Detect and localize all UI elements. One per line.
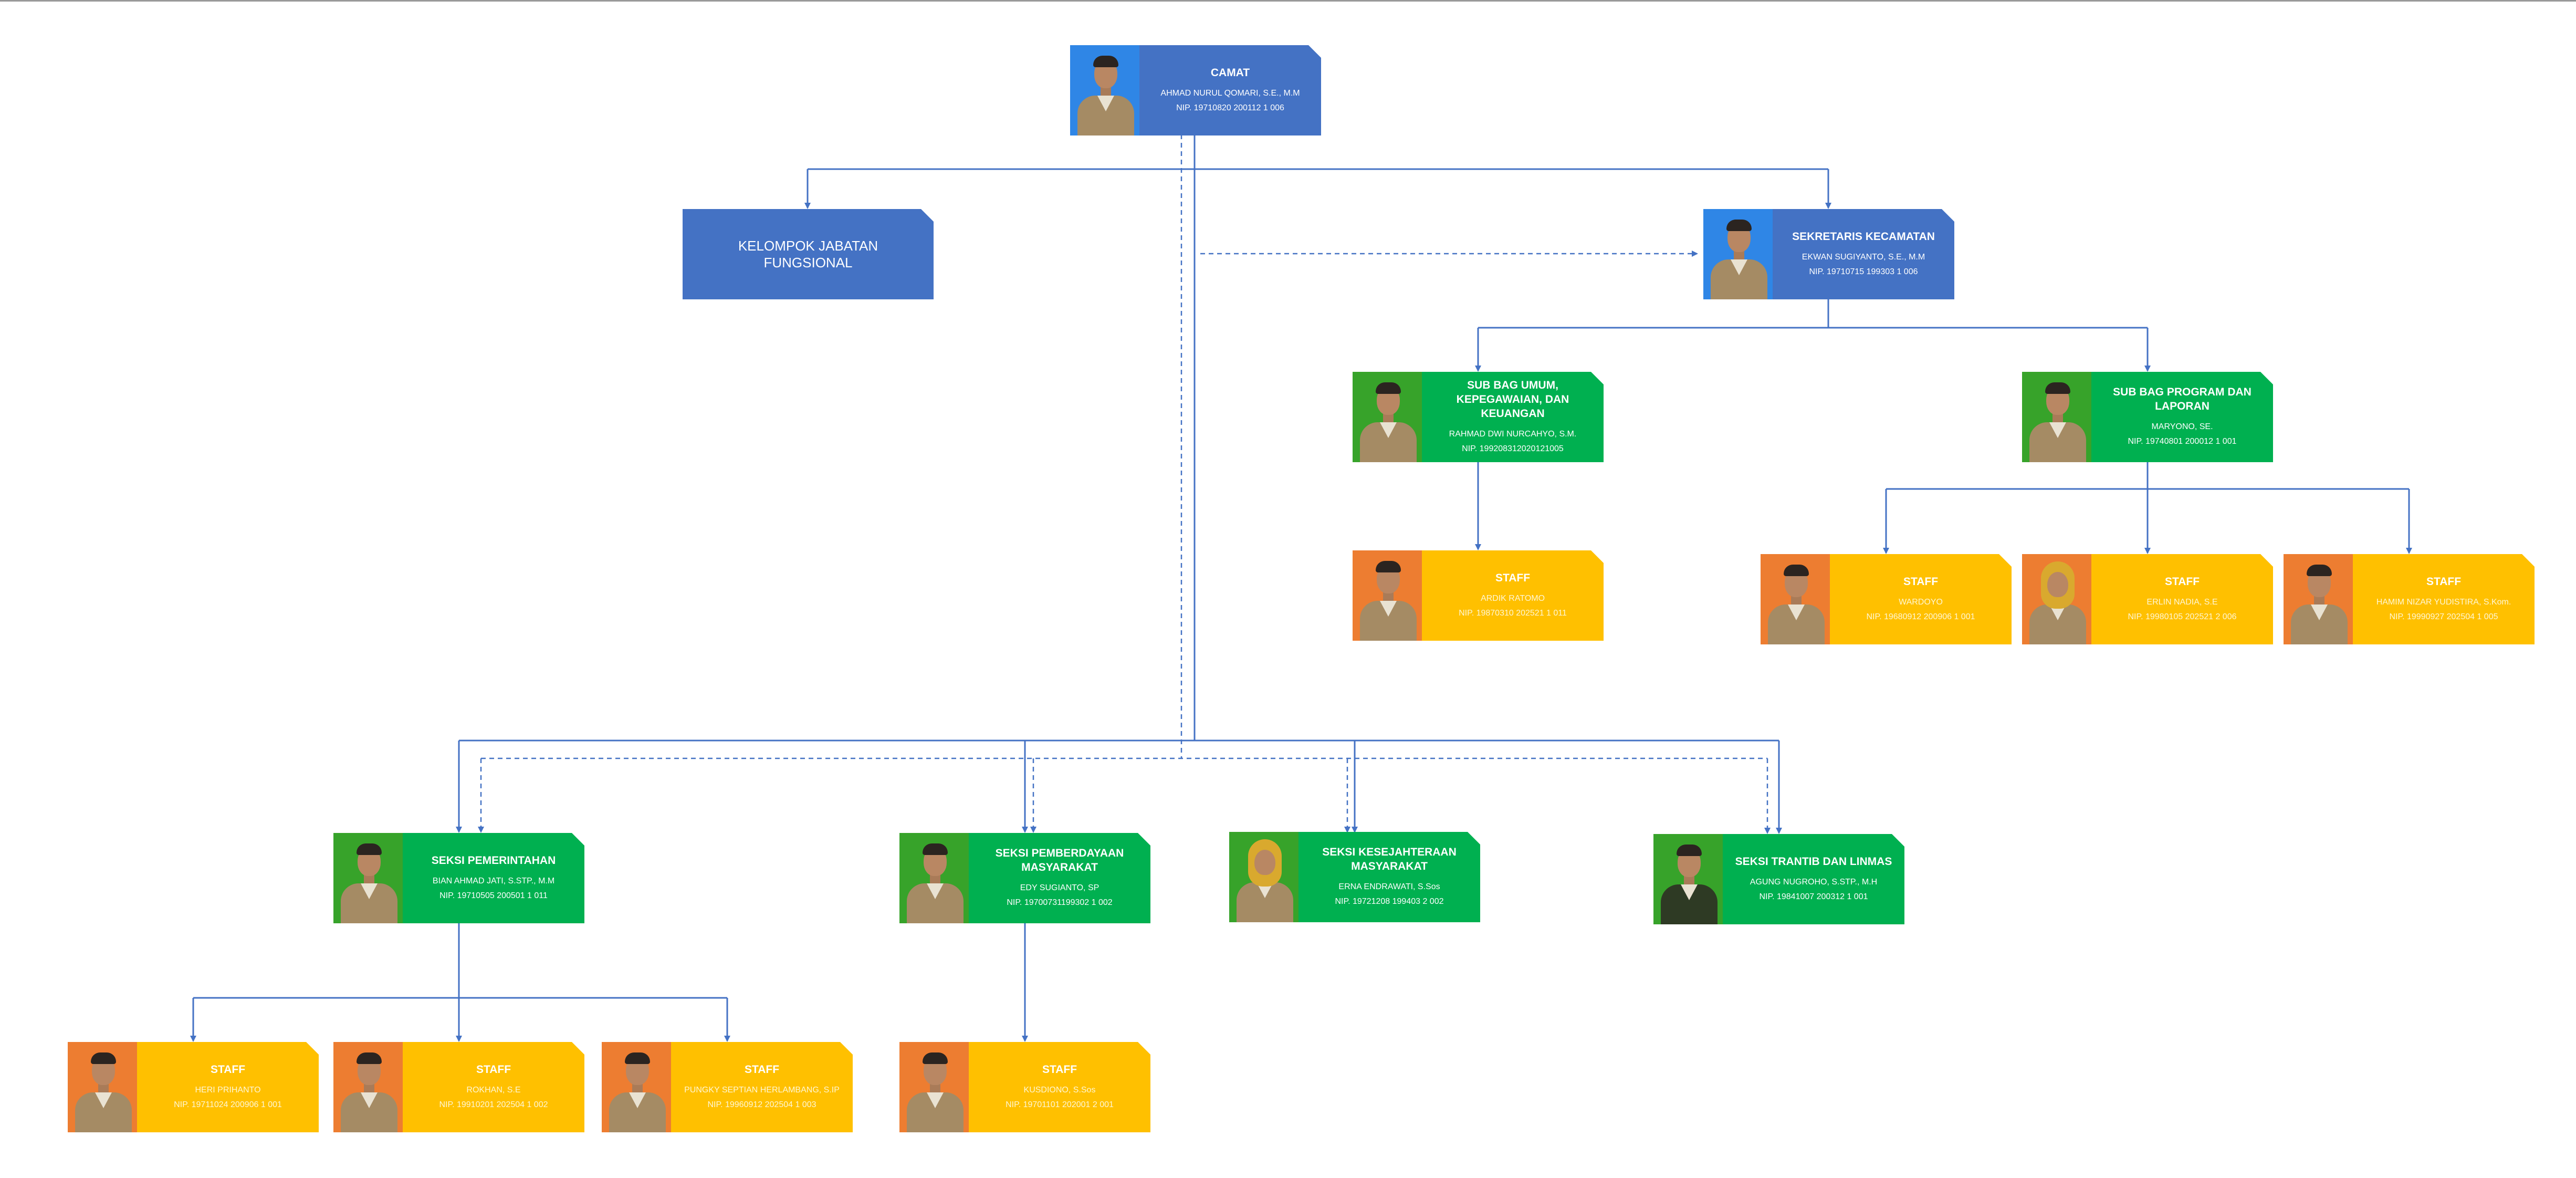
node-name: ERLIN NADIA, S.E	[2146, 597, 2218, 607]
node-sekretaris: SEKRETARIS KECAMATAN EKWAN SUGIYANTO, S.…	[1703, 209, 1954, 299]
node-nip: NIP. 19870310 202521 1 011	[1459, 608, 1567, 618]
node-title: CAMAT	[1210, 66, 1250, 79]
node-name: PUNGKY SEPTIAN HERLAMBANG, S.IP	[684, 1085, 840, 1094]
node-title: STAFF	[2164, 575, 2200, 588]
node-title: STAFF	[210, 1063, 246, 1076]
node-name: WARDOYO	[1899, 597, 1943, 607]
node-nip: NIP. 19710715 199303 1 006	[1809, 267, 1918, 276]
node-title: STAFF	[1903, 575, 1939, 588]
node-staff-prog-2: STAFF ERLIN NADIA, S.E NIP. 19980105 202…	[2022, 554, 2273, 644]
node-name: AGUNG NUGROHO, S.STP., M.H	[1750, 877, 1878, 887]
node-title: SEKSI PEMERINTAHAN	[431, 854, 556, 867]
node-title: STAFF	[744, 1063, 780, 1076]
node-title: STAFF	[2426, 575, 2462, 588]
node-subbag-umum: SUB BAG UMUM, KEPEGAWAIAN, DAN KEUANGAN …	[1353, 372, 1604, 462]
node-title: STAFF	[1042, 1063, 1077, 1076]
node-nip: NIP. 19980105 202521 2 006	[2128, 612, 2237, 621]
photo-staff-prog-2	[2022, 554, 2091, 644]
photo-staff-prog-1	[1761, 554, 1830, 644]
node-seksi-pemberdayaan: SEKSI PEMBERDAYAAN MASYARAKAT EDY SUGIAN…	[899, 833, 1150, 923]
photo-seksi-kesejahteraan	[1229, 832, 1299, 922]
node-camat: CAMAT AHMAD NURUL QOMARI, S.E., M.M NIP.…	[1070, 45, 1321, 135]
photo-subbag-umum	[1353, 372, 1422, 462]
photo-seksi-trantib	[1653, 834, 1723, 924]
node-title: SUB BAG PROGRAM DAN LAPORAN	[2113, 386, 2252, 412]
node-title: SEKRETARIS KECAMATAN	[1792, 230, 1935, 243]
node-name: KUSDIONO, S.Sos	[1023, 1085, 1096, 1094]
photo-seksi-pemerintahan	[333, 833, 403, 923]
node-nip: NIP. 199208312020121005	[1462, 444, 1564, 453]
node-name: EDY SUGIANTO, SP	[1020, 883, 1099, 892]
node-title: SUB BAG UMUM, KEPEGAWAIAN, DAN KEUANGAN	[1456, 379, 1569, 420]
node-name: HAMIM NIZAR YUDISTIRA, S.Kom.	[2376, 597, 2511, 607]
node-nip: NIP. 19721208 199403 2 002	[1335, 897, 1444, 906]
node-nip: NIP. 19740801 200012 1 001	[2128, 437, 2237, 446]
node-name: BIAN AHMAD JATI, S.STP., M.M	[432, 876, 555, 885]
node-seksi-kesejahteraan: SEKSI KESEJAHTERAAN MASYARAKAT ERNA ENDR…	[1229, 832, 1480, 922]
photo-staff-pem-3	[602, 1042, 671, 1132]
node-staff-pem-2: STAFF ROKHAN, S.E NIP. 19910201 202504 1…	[333, 1042, 584, 1132]
node-name: ARDIK RATOMO	[1480, 593, 1545, 603]
photo-staff-umum	[1353, 550, 1422, 641]
line-sek-down	[1478, 299, 2148, 329]
line-pem-bus	[193, 923, 727, 999]
node-name: EKWAN SUGIYANTO, S.E., M.M	[1802, 252, 1925, 262]
node-nip: NIP. 19841007 200312 1 001	[1759, 892, 1868, 901]
node-staff-prog-3: STAFF HAMIM NIZAR YUDISTIRA, S.Kom. NIP.…	[2284, 554, 2535, 644]
node-name: RAHMAD DWI NURCAHYO, S.M.	[1449, 429, 1577, 439]
node-subbag-program: SUB BAG PROGRAM DAN LAPORAN MARYONO, SE.…	[2022, 372, 2273, 462]
node-nip: NIP. 19701101 202001 2 001	[1006, 1100, 1114, 1109]
node-staff-pem-1: STAFF HERI PRIHANTO NIP. 19711024 200906…	[68, 1042, 319, 1132]
node-title: SEKSI KESEJAHTERAAN MASYARAKAT	[1322, 846, 1457, 872]
node-seksi-pemerintahan: SEKSI PEMERINTAHAN BIAN AHMAD JATI, S.ST…	[333, 833, 584, 923]
photo-subbag-program	[2022, 372, 2091, 462]
node-title: SEKSI PEMBERDAYAAN MASYARAKAT	[995, 847, 1124, 873]
node-title: KELOMPOK JABATAN FUNGSIONAL	[738, 238, 878, 270]
photo-camat	[1070, 45, 1139, 135]
node-nip: NIP. 19990927 202504 1 005	[2389, 612, 2498, 621]
node-staff-umum: STAFF ARDIK RATOMO NIP. 19870310 202521 …	[1353, 550, 1604, 641]
node-nip: NIP. 19680912 200906 1 001	[1866, 612, 1975, 621]
node-nip: NIP. 19711024 200906 1 001	[174, 1100, 282, 1109]
node-title: STAFF	[1495, 571, 1531, 584]
photo-sekretaris	[1703, 209, 1773, 299]
node-title: STAFF	[476, 1063, 511, 1076]
photo-seksi-pemberdayaan	[899, 833, 969, 923]
node-name: HERI PRIHANTO	[195, 1085, 261, 1094]
node-nip: NIP. 19910201 202504 1 002	[439, 1100, 548, 1109]
photo-staff-pmb	[899, 1042, 969, 1132]
node-nip: NIP. 19700731199302 1 002	[1007, 898, 1113, 907]
photo-staff-pem-2	[333, 1042, 403, 1132]
line-prog-bus	[1886, 462, 2409, 490]
node-nip: NIP. 19710820 200112 1 006	[1176, 103, 1284, 112]
node-staff-pmb: STAFF KUSDIONO, S.Sos NIP. 19701101 2020…	[899, 1042, 1150, 1132]
node-seksi-trantib: SEKSI TRANTIB DAN LINMAS AGUNG NUGROHO, …	[1653, 834, 1904, 924]
node-title: SEKSI TRANTIB DAN LINMAS	[1735, 855, 1892, 868]
node-name: AHMAD NURUL QOMARI, S.E., M.M	[1160, 88, 1300, 98]
photo-staff-pem-1	[68, 1042, 137, 1132]
node-fungsional: KELOMPOK JABATAN FUNGSIONAL	[683, 209, 934, 299]
node-nip: NIP. 19710505 200501 1 011	[439, 891, 548, 900]
photo-staff-prog-3	[2284, 554, 2353, 644]
node-name: MARYONO, SE.	[2151, 422, 2213, 431]
node-staff-pem-3: STAFF PUNGKY SEPTIAN HERLAMBANG, S.IP NI…	[602, 1042, 853, 1132]
node-name: ROKHAN, S.E	[466, 1085, 521, 1094]
node-nip: NIP. 19960912 202504 1 003	[707, 1100, 816, 1109]
node-name: ERNA ENDRAWATI, S.Sos	[1338, 882, 1440, 891]
node-staff-prog-1: STAFF WARDOYO NIP. 19680912 200906 1 001	[1761, 554, 2012, 644]
